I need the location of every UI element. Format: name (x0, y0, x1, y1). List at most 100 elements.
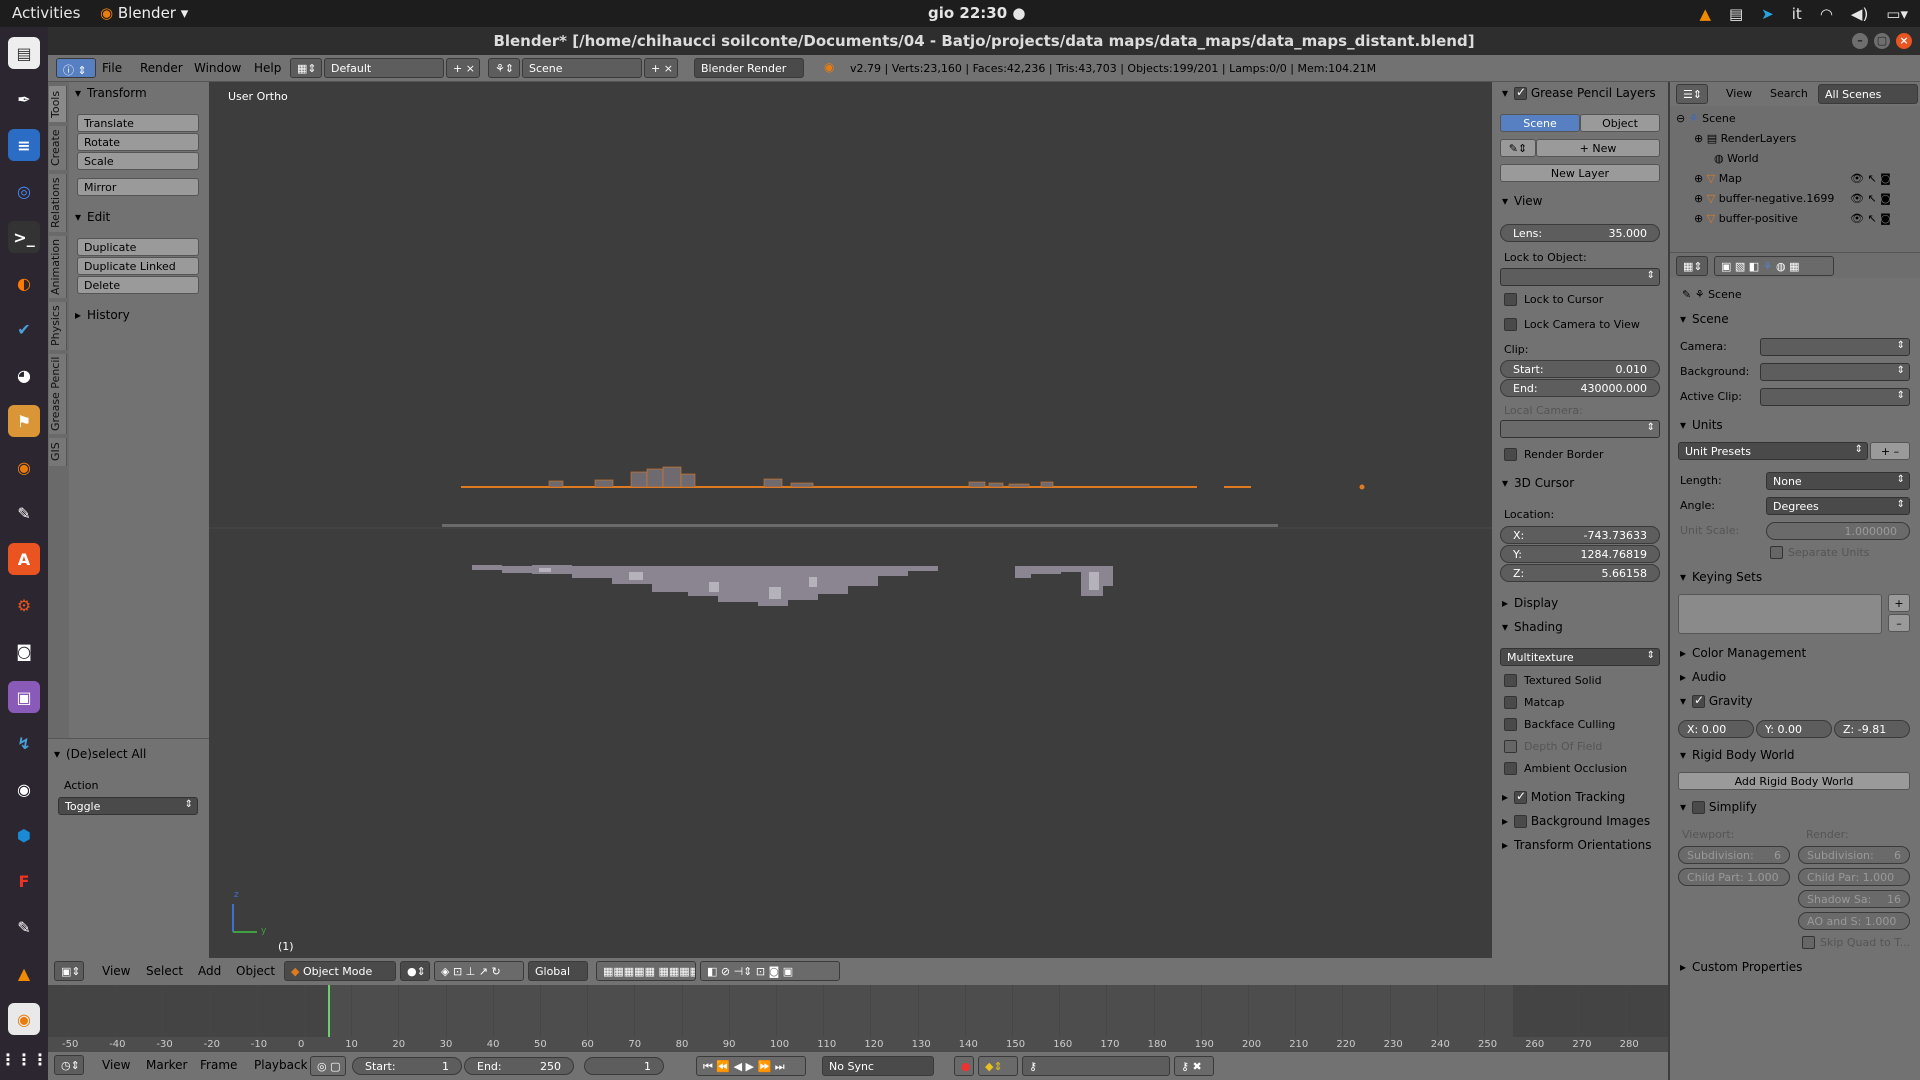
outliner-item-map[interactable]: ⊕ ▽ Map (1694, 172, 1742, 185)
files-icon[interactable]: ▤ (8, 37, 40, 69)
gp-layers-checkbox[interactable] (1514, 85, 1527, 100)
tab-physics[interactable]: Physics (49, 302, 67, 350)
range-and-lock-icons[interactable]: ◎ ▢ (310, 1056, 346, 1076)
outliner-display-mode[interactable]: All Scenes (1818, 84, 1918, 104)
tl-menu-view[interactable]: View (102, 1058, 130, 1072)
history-panel-header[interactable]: ▸ History (75, 308, 130, 326)
outliner-search-menu[interactable]: Search (1770, 87, 1808, 100)
gimp-icon[interactable]: ◕ (8, 359, 40, 391)
rotate-button[interactable]: Rotate (77, 133, 199, 151)
vp-menu-select[interactable]: Select (146, 964, 183, 978)
outliner-item-buffer-negative[interactable]: ⊕ ▽ buffer-negative.1699 (1694, 192, 1834, 205)
editor-type-info[interactable]: ⓘ ⇕ (56, 58, 96, 78)
outliner-item-world[interactable]: ◍ World (1714, 152, 1759, 165)
ao-checkbox[interactable] (1504, 762, 1517, 775)
outliner-view-menu[interactable]: View (1726, 87, 1752, 100)
start-frame-field[interactable]: Start: 1 (352, 1057, 462, 1075)
show-apps-icon[interactable]: ⋮⋮⋮ (0, 1043, 48, 1075)
language-indicator[interactable]: it (1792, 5, 1802, 23)
custom-properties-header[interactable]: ▸ Custom Properties (1680, 960, 1802, 978)
edit-panel-header[interactable]: ▾ Edit (75, 210, 110, 228)
separate-units-checkbox[interactable] (1770, 546, 1783, 559)
grease-pencil-layers-header[interactable]: ▾ Grease Pencil Layers (1502, 85, 1656, 104)
tools-icon[interactable]: ✎ (8, 497, 40, 529)
timeline-editor-type[interactable]: ◷⇕ (54, 1055, 84, 1075)
lock-cursor-checkbox[interactable] (1504, 293, 1517, 306)
color-management-header[interactable]: ▸ Color Management (1680, 646, 1806, 664)
keying-icons[interactable]: ◆⇕ (978, 1056, 1018, 1076)
simplify-header[interactable]: ▾ Simplify (1680, 800, 1757, 818)
record-button[interactable]: ● (954, 1056, 974, 1076)
mode-select[interactable]: ◆ Object Mode (284, 961, 396, 981)
duplicate-button[interactable]: Duplicate (77, 238, 199, 256)
battery-icon[interactable]: ▭▾ (1886, 5, 1908, 23)
menu-window[interactable]: Window (194, 61, 241, 75)
gp-new-button[interactable]: + New (1536, 139, 1660, 157)
tl-menu-frame[interactable]: Frame (200, 1058, 237, 1072)
outliner-item-scene[interactable]: ⊖ ⚘ Scene (1676, 112, 1736, 125)
translate-button[interactable]: Translate (77, 114, 199, 132)
menu-render[interactable]: Render (140, 61, 183, 75)
tab-relations[interactable]: Relations (49, 174, 67, 232)
3d-cursor-header[interactable]: ▾ 3D Cursor (1502, 476, 1574, 494)
simplify-checkbox[interactable] (1692, 801, 1705, 814)
layout-add-remove[interactable]: + × (446, 58, 480, 78)
writer-icon[interactable]: ≡ (8, 129, 40, 161)
visibility-eye-icon[interactable]: 👁 ↖ ◙ (1850, 172, 1891, 185)
gp-scene-button[interactable]: Scene (1500, 114, 1580, 132)
firefox-icon[interactable]: ◐ (8, 267, 40, 299)
units-header[interactable]: ▾ Units (1680, 418, 1723, 436)
background-field[interactable] (1760, 363, 1910, 381)
sync-select[interactable]: No Sync (822, 1056, 934, 1076)
new-layer-button[interactable]: New Layer (1500, 164, 1660, 182)
scale-button[interactable]: Scale (77, 152, 199, 170)
volume-icon[interactable]: ◀) (1851, 5, 1868, 23)
dof-checkbox[interactable] (1504, 740, 1517, 753)
gravity-x-field[interactable]: X: 0.00 (1678, 720, 1754, 738)
camera-field[interactable] (1760, 338, 1910, 356)
clock[interactable]: gio 22:30 ● (928, 4, 1025, 22)
shading-header[interactable]: ▾ Shading (1502, 620, 1563, 638)
wifi-icon[interactable]: ◠ (1820, 5, 1833, 23)
telegram-tray-icon[interactable]: ➤ (1761, 5, 1774, 23)
render-engine-select[interactable]: Blender Render (694, 58, 804, 78)
vp-menu-object[interactable]: Object (236, 964, 275, 978)
rigid-body-header[interactable]: ▾ Rigid Body World (1680, 748, 1795, 766)
tab-tools[interactable]: Tools (49, 86, 67, 122)
tab-create[interactable]: Create (49, 126, 67, 170)
display-header[interactable]: ▸ Display (1502, 596, 1558, 614)
gravity-checkbox[interactable] (1692, 693, 1705, 708)
visibility-eye-icon[interactable]: 👁 ↖ ◙ (1850, 212, 1891, 225)
keying-set-remove-button[interactable]: – (1888, 614, 1910, 632)
chromium-icon[interactable]: ◎ (8, 175, 40, 207)
media-icon[interactable]: ▣ (8, 681, 40, 713)
motion-tracking-checkbox[interactable] (1514, 789, 1527, 804)
unit-presets-select[interactable]: Unit Presets (1678, 442, 1868, 460)
gravity-z-field[interactable]: Z: -9.81 (1834, 720, 1910, 738)
blender-dock-icon[interactable]: ◉ (8, 451, 40, 483)
gp-object-button[interactable]: Object (1580, 114, 1660, 132)
eye-app-icon[interactable]: ◉ (8, 773, 40, 805)
matcap-checkbox[interactable] (1504, 696, 1517, 709)
audio-header[interactable]: ▸ Audio (1680, 670, 1726, 688)
maximize-button[interactable]: ▢ (1874, 33, 1890, 49)
playhead[interactable] (328, 985, 330, 1037)
tl-menu-marker[interactable]: Marker (146, 1058, 187, 1072)
skip-quad-checkbox[interactable] (1802, 936, 1815, 949)
current-frame-field[interactable]: 1 (584, 1057, 664, 1075)
keying-sets-header[interactable]: ▾ Keying Sets (1680, 570, 1762, 588)
lock-camera-checkbox[interactable] (1504, 318, 1517, 331)
playback-controls[interactable]: ⏮ ⏪ ◀ ▶ ⏩ ⏭ (696, 1056, 806, 1076)
scene-icon[interactable]: ⚘⇕ (488, 58, 520, 78)
virtualbox-icon[interactable]: ⬢ (8, 819, 40, 851)
settings-icon[interactable]: ⚙ (8, 589, 40, 621)
outliner-item-buffer-positive[interactable]: ⊕ ▽ buffer-positive (1694, 212, 1798, 225)
keying-set-add-button[interactable]: + (1888, 594, 1910, 612)
scene-section-header[interactable]: ▾ Scene (1680, 312, 1729, 330)
render-border-checkbox[interactable] (1504, 448, 1517, 461)
deselect-all-header[interactable]: ▾ (De)select All (54, 747, 146, 765)
render-subdivision-field[interactable]: Subdivision: 6 (1798, 846, 1910, 864)
clip-start-field[interactable]: Start: 0.010 (1500, 360, 1660, 378)
transform-orientations-header[interactable]: ▸ Transform Orientations (1502, 838, 1652, 856)
layer-buttons[interactable]: ▦▦▦▦▦ ▦▦▦▦▦ (596, 961, 696, 981)
